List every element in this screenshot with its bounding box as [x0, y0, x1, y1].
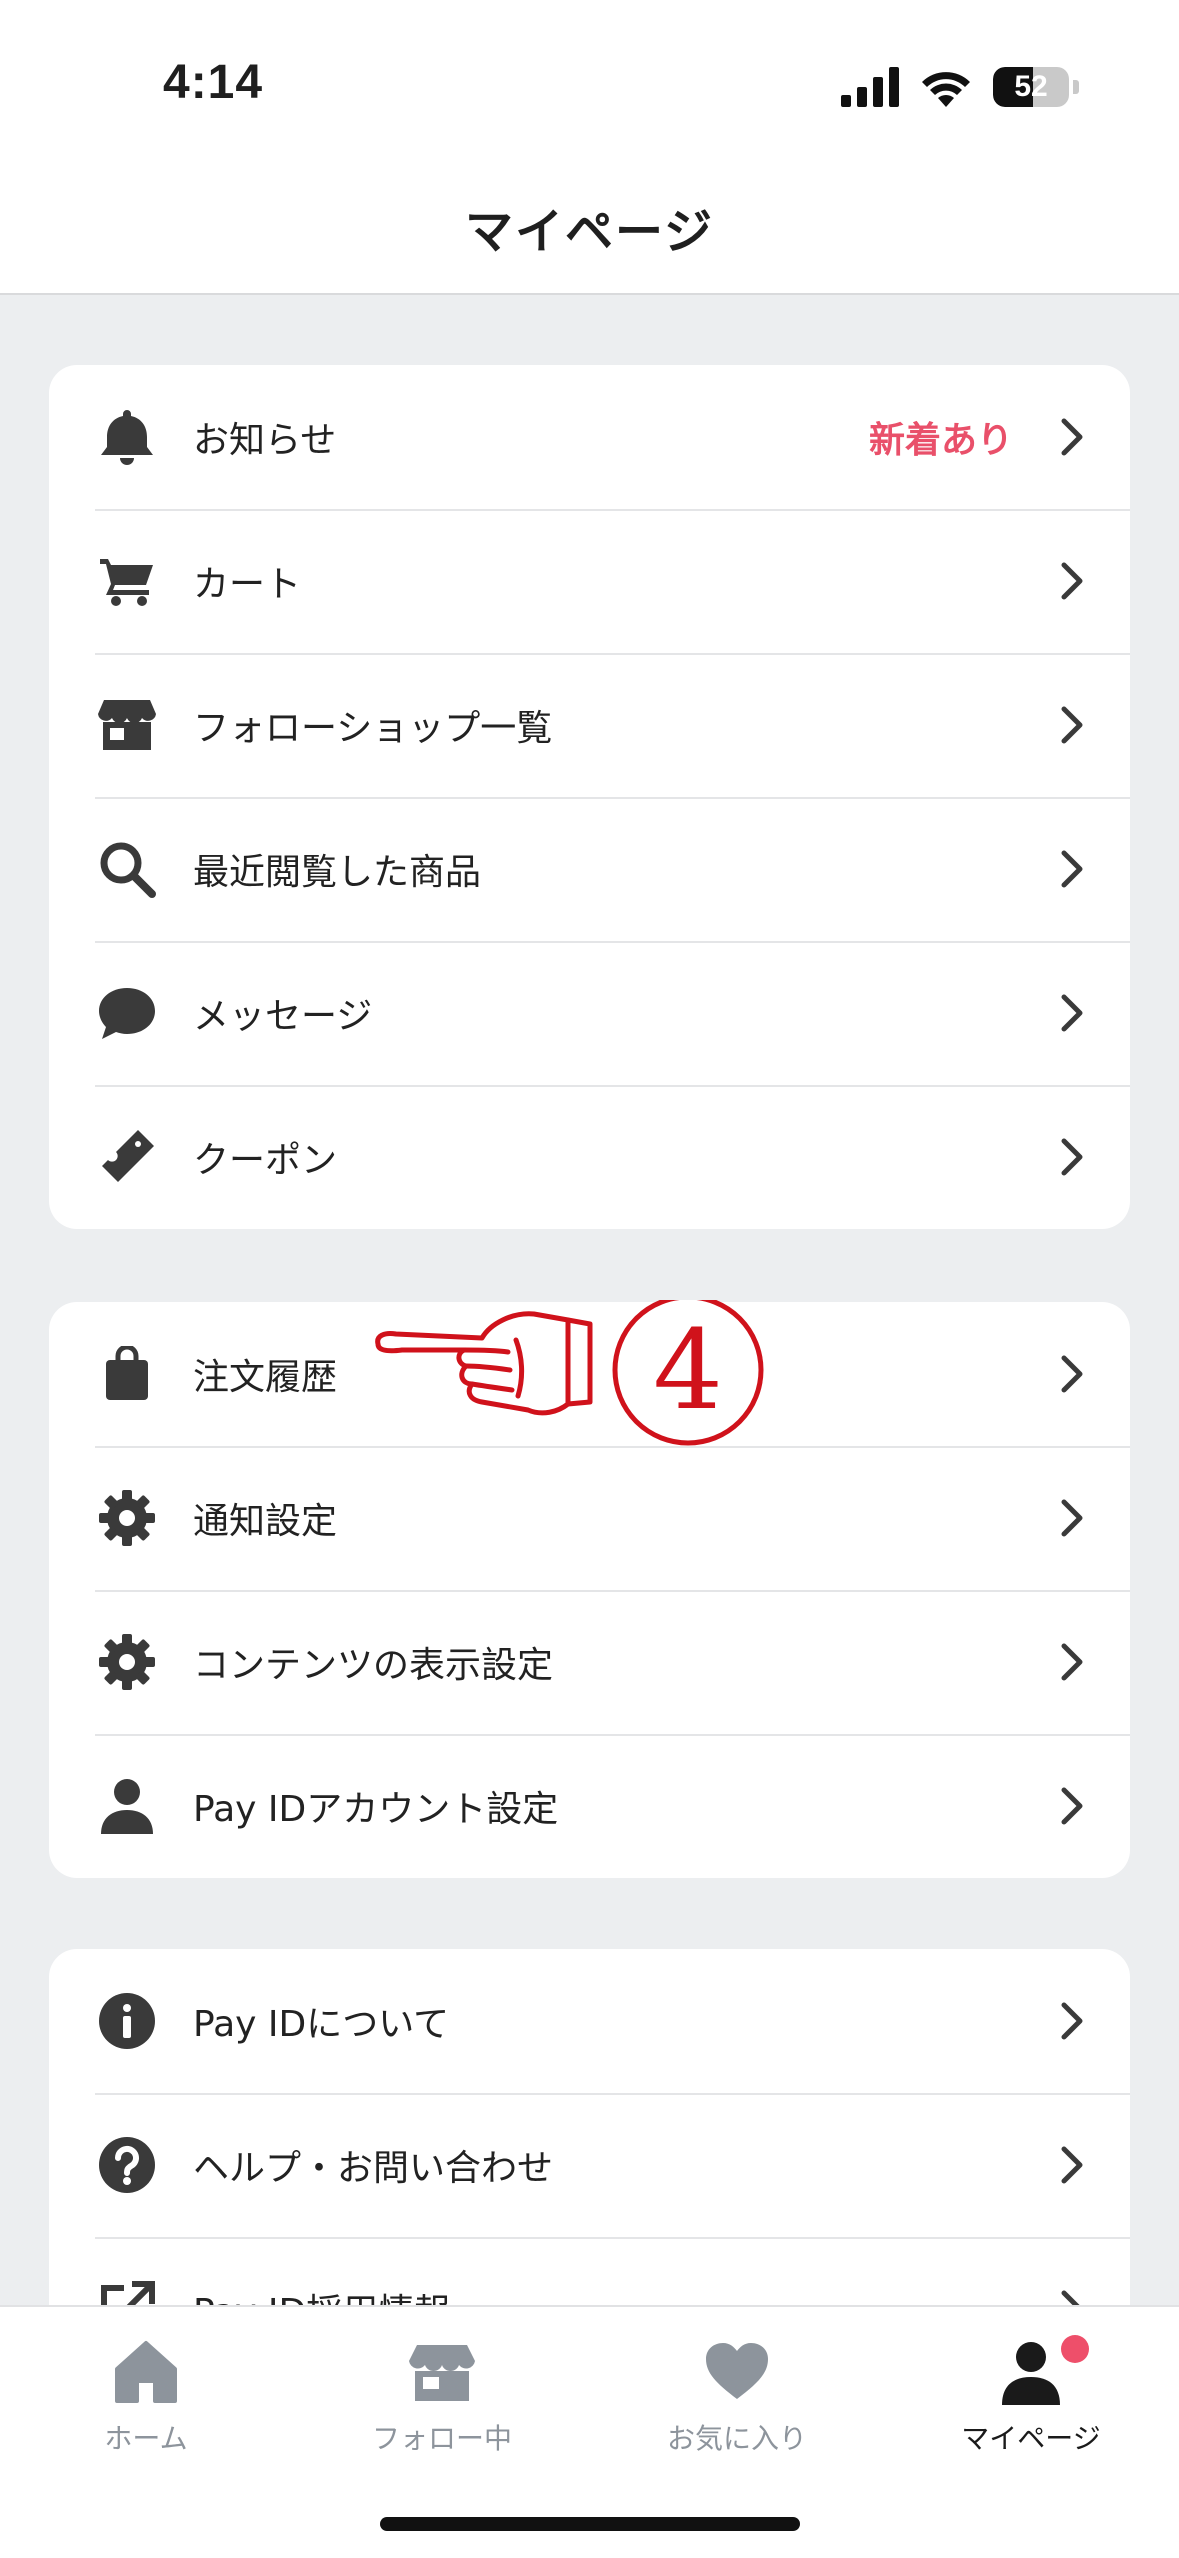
menu-label: お知らせ — [193, 420, 337, 461]
tab-home[interactable]: ホーム — [36, 2337, 256, 2457]
menu-item-help-contact[interactable]: ヘルプ・お問い合わせ — [49, 2093, 1130, 2237]
menu-item-follow-shops[interactable]: フォローショップ一覧 — [49, 653, 1130, 797]
chevron-right-icon — [1061, 562, 1083, 600]
battery-cap — [1073, 80, 1079, 94]
help-icon — [97, 2135, 157, 2195]
gear-icon — [97, 1632, 157, 1692]
signal-icon — [841, 67, 899, 107]
chat-bubble-icon — [97, 983, 157, 1043]
menu-label: Pay IDアカウント設定 — [193, 1789, 559, 1830]
home-indicator — [380, 2517, 800, 2531]
status-time: 4:14 — [163, 56, 264, 109]
chevron-right-icon — [1061, 1138, 1083, 1176]
menu-card-info: Pay IDについて ヘルプ・お問い合わせ Pay ID採用情報 — [49, 1949, 1130, 2305]
tab-mypage[interactable]: マイページ — [921, 2335, 1141, 2457]
tab-following[interactable]: フォロー中 — [332, 2337, 552, 2457]
menu-item-content-display-settings[interactable]: コンテンツの表示設定 — [49, 1590, 1130, 1734]
menu-item-about-payid[interactable]: Pay IDについて — [49, 1949, 1130, 2093]
menu-item-messages[interactable]: メッセージ — [49, 941, 1130, 1085]
chevron-right-icon — [1061, 2002, 1083, 2040]
menu-label: カート — [193, 564, 302, 605]
bell-icon — [97, 407, 157, 467]
info-icon — [97, 1991, 157, 2051]
tab-label: マイページ — [961, 2422, 1101, 2455]
menu-label: ヘルプ・お問い合わせ — [193, 2148, 554, 2189]
pointing-hand-icon — [375, 1311, 593, 1416]
chevron-right-icon — [1061, 706, 1083, 744]
home-icon — [115, 2341, 177, 2403]
menu-label: クーポン — [193, 1140, 338, 1181]
chevron-right-icon — [1061, 1355, 1083, 1393]
person-icon — [97, 1776, 157, 1836]
menu-item-payid-account-settings[interactable]: Pay IDアカウント設定 — [49, 1734, 1130, 1878]
menu-card-main: お知らせ 新着あり カート フォローショップ一覧 最近閲覧した商品 メッセージ — [49, 365, 1130, 1229]
menu-item-cart[interactable]: カート — [49, 509, 1130, 653]
menu-label: 注文履歴 — [193, 1357, 338, 1398]
menu-label: 通知設定 — [193, 1501, 338, 1542]
tab-label: ホーム — [104, 2422, 188, 2455]
menu-label: メッセージ — [193, 996, 373, 1037]
menu-item-notifications[interactable]: お知らせ 新着あり — [49, 365, 1130, 509]
heart-icon — [706, 2343, 768, 2399]
menu-item-recently-viewed[interactable]: 最近閲覧した商品 — [49, 797, 1130, 941]
ticket-icon — [97, 1127, 157, 1187]
notification-dot — [1061, 2335, 1089, 2363]
cart-icon — [97, 551, 157, 611]
chevron-right-icon — [1061, 1643, 1083, 1681]
menu-label: Pay IDについて — [193, 2004, 450, 2045]
menu-label: フォローショップ一覧 — [193, 708, 553, 749]
menu-label: 最近閲覧した商品 — [193, 852, 482, 893]
search-icon — [97, 839, 157, 899]
chevron-right-icon — [1061, 2146, 1083, 2184]
chevron-right-icon — [1061, 418, 1083, 456]
battery-icon: 52 — [993, 67, 1069, 107]
menu-item-notification-settings[interactable]: 通知設定 — [49, 1446, 1130, 1590]
new-badge: 新着あり — [868, 420, 1013, 461]
menu-item-payid-careers[interactable]: Pay ID採用情報 — [49, 2237, 1130, 2305]
shopping-bag-icon — [97, 1344, 157, 1404]
battery-level: 52 — [1014, 70, 1048, 103]
tab-favorites[interactable]: お気に入り — [627, 2337, 847, 2457]
annotation-number: 4 — [653, 1306, 723, 1434]
chevron-right-icon — [1061, 1499, 1083, 1537]
tab-label: フォロー中 — [371, 2422, 512, 2455]
status-icons: 52 — [841, 62, 1079, 112]
menu-label: Pay ID採用情報 — [193, 2283, 450, 2305]
store-icon — [409, 2345, 475, 2401]
menu-label: コンテンツの表示設定 — [193, 1645, 554, 1686]
page-title: マイページ — [464, 204, 715, 260]
chevron-right-icon — [1061, 1787, 1083, 1825]
chevron-right-icon — [1061, 850, 1083, 888]
menu-item-coupons[interactable]: クーポン — [49, 1085, 1130, 1229]
top-bar: 4:14 52 マイページ — [0, 0, 1179, 295]
tab-label: お気に入り — [666, 2422, 807, 2455]
chevron-right-icon — [1061, 2290, 1080, 2305]
chevron-right-icon — [1061, 994, 1083, 1032]
gear-icon — [97, 1488, 157, 1548]
external-link-icon — [97, 2279, 157, 2305]
annotation-pointer: 4 — [375, 1300, 764, 1446]
store-icon — [97, 695, 157, 755]
person-icon — [1002, 2342, 1060, 2405]
wifi-icon — [922, 72, 970, 107]
